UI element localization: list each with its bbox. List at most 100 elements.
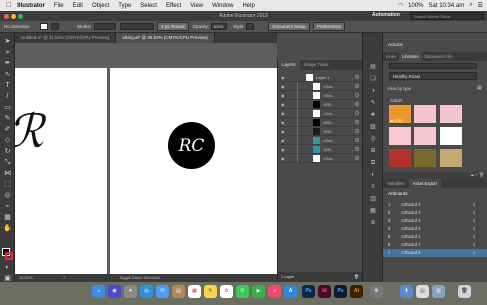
artboard-options-icon[interactable]: ▯ (473, 249, 475, 257)
grid-view-icon[interactable]: ▦ (477, 85, 482, 91)
illustrator-icon[interactable]: Ai (350, 285, 363, 298)
tab-libraries[interactable]: Libraries (399, 52, 422, 61)
layer-name[interactable]: <Gro... (323, 156, 335, 161)
target-icon[interactable] (355, 93, 359, 97)
artboards-icon[interactable]: ⧈ (369, 219, 377, 227)
menu-help[interactable]: Help (242, 3, 254, 9)
curvature-tool-icon[interactable]: ∿ (3, 70, 12, 79)
width-tool-icon[interactable]: ⋈ (3, 169, 12, 178)
color-swatch[interactable] (389, 127, 411, 145)
color-icon[interactable]: ◑ (369, 87, 377, 95)
downloads-stack-icon[interactable]: ⬇ (400, 285, 413, 298)
artboard-row[interactable]: 1 Artboard 2 ▯ (383, 201, 487, 209)
eye-icon[interactable]: ◉ (281, 129, 285, 134)
mail-icon[interactable]: ✉ (156, 285, 169, 298)
gradient-icon[interactable]: ▥ (369, 195, 377, 203)
finder-icon[interactable]: ☺ (92, 285, 105, 298)
align-icon[interactable]: ⊞ (369, 147, 377, 155)
target-icon[interactable] (355, 120, 359, 124)
target-icon[interactable] (355, 102, 359, 106)
eraser-tool-icon[interactable]: ◇ (3, 136, 12, 145)
artboards-panel-title[interactable]: Artboards (388, 191, 408, 196)
zoom-level[interactable]: 28.53% (19, 274, 33, 282)
calendar-icon[interactable]: ▦ (188, 285, 201, 298)
document-stack-icon[interactable]: ▤ (416, 285, 429, 298)
library-dropdown[interactable]: Healthy Roast (389, 72, 477, 80)
close-window-button[interactable] (4, 14, 9, 19)
trash-dock-icon[interactable]: 🗑 (458, 285, 471, 298)
photoshop-icon[interactable]: Ps (302, 285, 315, 298)
layer-row[interactable]: ◉ <Elli... (278, 145, 363, 154)
canvas[interactable]: ℛ RC (15, 43, 277, 295)
artboard-options-icon[interactable]: ▯ (473, 201, 475, 209)
indesign-icon[interactable]: Id (318, 285, 331, 298)
artboard-active[interactable]: RC (110, 68, 277, 278)
target-icon[interactable] (355, 147, 359, 151)
drawing-modes-icon[interactable]: ◐ (3, 263, 12, 272)
layer-row[interactable]: ◉ <Gro... (278, 109, 363, 118)
color-swatch[interactable] (440, 127, 462, 145)
tab-document-info[interactable]: Document Info (422, 52, 456, 61)
brush-dropdown[interactable]: 1 pt. Round (157, 22, 189, 31)
eye-icon[interactable]: ◉ (281, 75, 285, 80)
color-swatch[interactable] (414, 105, 436, 123)
artboard-name[interactable]: Artboard 4 (401, 217, 421, 225)
stroke-weight-field[interactable] (94, 23, 117, 30)
eye-icon[interactable]: ◉ (281, 84, 285, 89)
clock[interactable]: Sat 10:34 am (429, 3, 465, 9)
layer-name[interactable]: <Elli... (323, 147, 334, 152)
pen-tool-icon[interactable]: ✒ (3, 59, 12, 68)
artboard-left[interactable]: ℛ (15, 68, 107, 278)
tab-untitled-1[interactable]: Untitled-1* @ 11.62% (CMYK/CPU Preview) (15, 33, 117, 43)
logo-circle[interactable]: RC (168, 122, 215, 169)
artboard-options-icon[interactable]: ▯ (473, 233, 475, 241)
preferences-button[interactable]: Preferences (312, 22, 346, 31)
menu-object[interactable]: Object (92, 3, 109, 9)
rectangle-tool-icon[interactable]: ▭ (3, 103, 12, 112)
free-transform-tool-icon[interactable]: ⬚ (3, 180, 12, 189)
layer-row[interactable]: ◉ <Gro... (278, 154, 363, 163)
scale-tool-icon[interactable]: ⤡ (3, 158, 12, 167)
line-tool-icon[interactable]: / (3, 92, 12, 101)
search-icon[interactable]: ⌕ (469, 2, 472, 9)
folder-stack-icon[interactable]: ▥ (432, 285, 445, 298)
artboard-row-selected[interactable]: 7 Artboard 6 ▯ (383, 249, 487, 257)
gradient-tool-icon[interactable]: ▦ (3, 213, 12, 222)
add-icon[interactable]: + (475, 172, 477, 177)
artboard-row[interactable]: 4 Artboard 5 ▯ (383, 225, 487, 233)
app-store-icon[interactable]: A (284, 285, 297, 298)
menu-effect[interactable]: Effect (166, 3, 181, 9)
opacity-field[interactable]: 100% (211, 23, 228, 30)
selection-tool-icon[interactable]: ➤ (3, 37, 12, 46)
layer-row[interactable]: ◉ <Gro... (278, 136, 363, 145)
cloud-icon[interactable]: ☁ (470, 172, 474, 177)
document-setup-button[interactable]: Document Setup (268, 22, 310, 31)
swatches-icon[interactable]: ▦ (369, 207, 377, 215)
tab-layers[interactable]: Layers (278, 60, 300, 70)
eye-icon[interactable]: ◉ (281, 120, 285, 125)
battery-label[interactable]: 100% (408, 3, 423, 9)
shaper-tool-icon[interactable]: ✐ (3, 125, 12, 134)
zoom-window-button[interactable] (18, 14, 23, 19)
artboard-options-icon[interactable]: ▯ (473, 241, 475, 249)
tab-asset-export[interactable]: Asset Export (408, 179, 441, 188)
pathfinder-icon[interactable]: ⧉ (369, 159, 377, 167)
facetime-icon[interactable]: ▶ (252, 285, 265, 298)
menu-window[interactable]: Window (212, 3, 233, 9)
library-search-input[interactable] (389, 63, 477, 69)
properties-icon[interactable]: ▤ (369, 63, 377, 71)
contacts-icon[interactable]: ▤ (172, 285, 185, 298)
artboard-row[interactable]: 6 Artboard 7 ▯ (383, 241, 487, 249)
target-icon[interactable] (355, 138, 359, 142)
layer-name[interactable]: <Elli... (323, 129, 334, 134)
layer-row[interactable]: ◉ <Gro... (278, 91, 363, 100)
target-icon[interactable] (355, 129, 359, 133)
artboard-name[interactable]: Artboard 2 (401, 201, 421, 209)
layer-row[interactable]: ◉ <Gro... (278, 82, 363, 91)
launchpad-icon[interactable]: ✦ (124, 285, 137, 298)
menu-view[interactable]: View (190, 3, 203, 9)
menu-file[interactable]: File (54, 3, 64, 9)
target-icon[interactable] (355, 75, 359, 79)
layer-name[interactable]: <Gro... (323, 93, 335, 98)
messages-icon[interactable]: ✆ (236, 285, 249, 298)
